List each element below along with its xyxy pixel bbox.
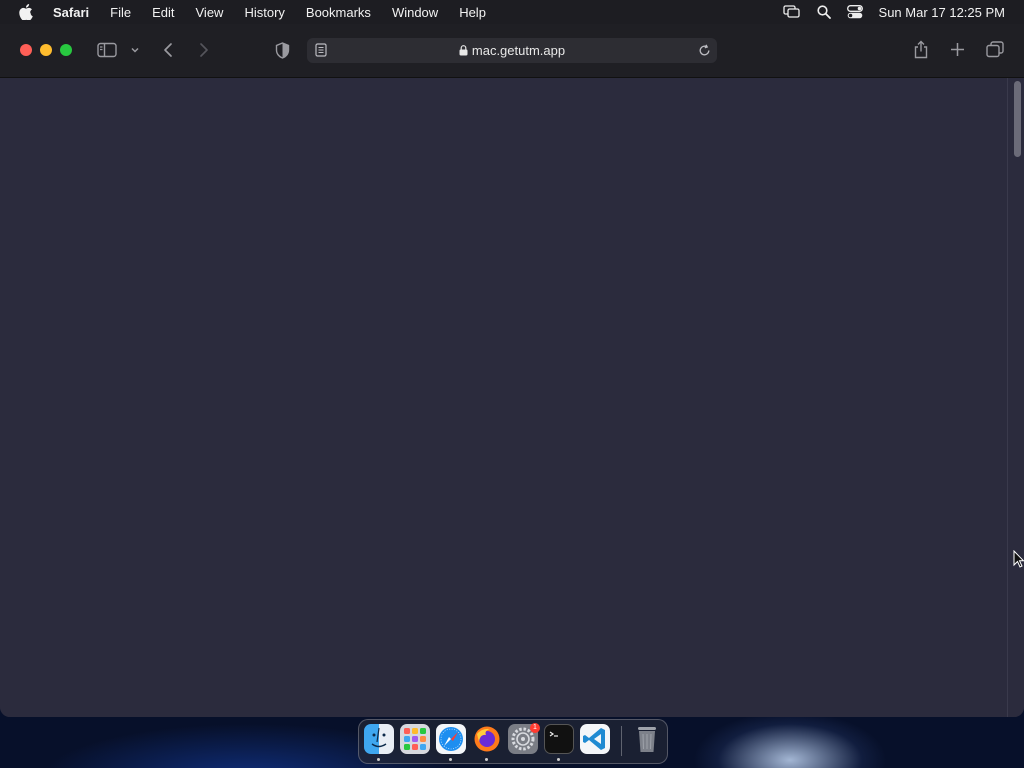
safari-running-indicator xyxy=(449,758,452,761)
apple-menu-icon[interactable] xyxy=(19,4,33,20)
menu-bookmarks[interactable]: Bookmarks xyxy=(306,5,371,20)
firefox-running-indicator xyxy=(485,758,488,761)
back-icon[interactable] xyxy=(162,42,174,58)
menu-window[interactable]: Window xyxy=(392,5,438,20)
vertical-scrollbar[interactable] xyxy=(1007,78,1024,717)
browser-toolbar: mac.getutm.app xyxy=(0,24,1024,78)
system-settings-badge: 1 xyxy=(530,723,540,733)
dock: 1 xyxy=(358,719,668,764)
share-icon[interactable] xyxy=(913,40,929,59)
menu-view[interactable]: View xyxy=(196,5,224,20)
mouse-cursor-icon xyxy=(1013,549,1024,573)
dock-firefox-icon[interactable] xyxy=(472,724,502,754)
close-window-button[interactable] xyxy=(20,44,32,56)
finder-running-indicator xyxy=(377,758,380,761)
dock-finder-icon[interactable] xyxy=(364,724,394,754)
dock-launchpad-icon[interactable] xyxy=(400,724,430,754)
web-page-content[interactable] xyxy=(0,78,1024,717)
dock-trash-icon[interactable] xyxy=(632,724,662,754)
menubar-clock[interactable]: Sun Mar 17 12:25 PM xyxy=(879,5,1005,20)
address-bar[interactable]: mac.getutm.app xyxy=(307,38,717,63)
dock-vscode-icon[interactable] xyxy=(580,724,610,754)
sidebar-icon[interactable] xyxy=(97,42,117,58)
spotlight-search-icon[interactable] xyxy=(816,5,831,19)
menu-file[interactable]: File xyxy=(110,5,131,20)
scrollbar-thumb[interactable] xyxy=(1014,81,1021,157)
tab-overview-icon[interactable] xyxy=(986,41,1004,58)
control-center-icon[interactable] xyxy=(846,5,863,19)
menu-edit[interactable]: Edit xyxy=(152,5,174,20)
chevron-down-icon[interactable] xyxy=(130,46,140,54)
address-url-container: mac.getutm.app xyxy=(307,38,717,63)
privacy-shield-icon[interactable] xyxy=(275,42,290,59)
minimize-window-button[interactable] xyxy=(40,44,52,56)
menu-help[interactable]: Help xyxy=(459,5,486,20)
menu-history[interactable]: History xyxy=(244,5,284,20)
lock-icon xyxy=(459,39,468,64)
zoom-window-button[interactable] xyxy=(60,44,72,56)
reload-icon[interactable] xyxy=(698,44,711,57)
dock-terminal-icon[interactable] xyxy=(544,724,574,754)
dock-safari-icon[interactable] xyxy=(436,724,466,754)
dock-separator xyxy=(621,726,622,756)
screen-mirroring-icon[interactable] xyxy=(782,5,801,19)
address-url: mac.getutm.app xyxy=(471,43,566,58)
menu-app-name[interactable]: Safari xyxy=(53,5,89,20)
new-tab-icon[interactable] xyxy=(950,42,965,57)
forward-icon[interactable] xyxy=(198,42,210,58)
safari-window: mac.getutm.app xyxy=(0,24,1024,717)
menu-bar: Safari File Edit View History Bookmarks … xyxy=(0,0,1024,24)
terminal-running-indicator xyxy=(557,758,560,761)
